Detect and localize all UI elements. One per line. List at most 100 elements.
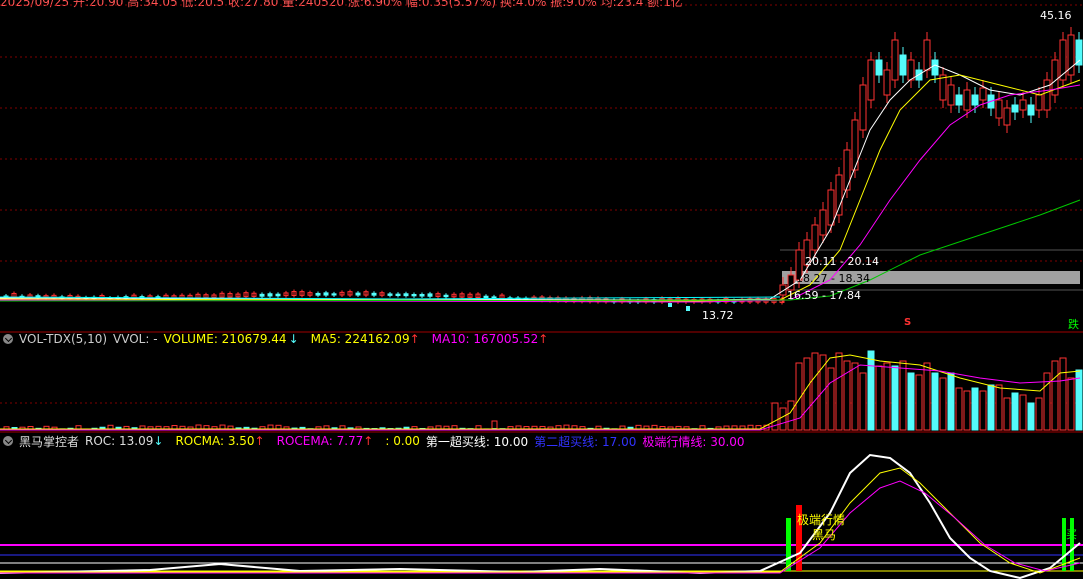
volume-bar [1075,369,1083,431]
volume-bar [1067,377,1075,431]
candle [867,59,875,101]
stock-chart-window: 2025/09/25 开:20.90 高:34.05 低:20.5 收:27.8… [0,0,1083,579]
price-panel[interactable]: 45.16 13.72 20.11 - 20.14 18.27 - 18.34 … [0,0,1083,333]
candle [1035,94,1043,111]
indicator-panel[interactable]: 黑马掌控者 ROC: 13.09↓ ROCMA: 3.50↑ ROCEMA: 7… [0,433,1083,579]
candle [939,74,947,101]
candle [819,209,827,236]
candle [668,303,672,307]
candle [686,306,690,311]
buy-line-2-value: 第二超买线: 17.00 [534,434,637,449]
volume-bar [915,374,923,431]
candle [1011,104,1019,113]
candle [411,293,417,297]
volume-bar [931,372,939,431]
volume-bar [1059,357,1067,431]
candle [947,84,955,106]
candle [427,293,433,297]
candle [843,149,851,191]
volume-bar [963,390,971,431]
volume-header: VOL-TDX(5,10) VVOL: - VOLUME: 210679.44 ↓… [0,333,560,347]
candle [371,292,377,296]
volume-bar [979,390,987,431]
ma5-value: MA5: 224162.09↑ [310,333,420,346]
candle [1043,79,1051,111]
candle [395,293,401,297]
volume-panel[interactable]: VOL-TDX(5,10) VVOL: - VOLUME: 210679.44 ↓… [0,333,1083,433]
indicator-chart[interactable] [0,433,1083,579]
candle [315,292,321,296]
volume-value: VOLUME: 210679.44 ↓ [163,333,299,346]
volume-bar [939,377,947,431]
ma10-value: MA10: 167005.52↑ [431,333,549,346]
level-label-1: 20.11 - 20.14 [805,255,879,268]
volume-bar [1003,397,1011,431]
volume-bar [867,350,875,431]
candle [323,292,329,296]
volume-bar [947,372,955,431]
candle [419,293,425,297]
indicator-title: 黑马掌控者 [19,434,80,449]
volume-bar [891,365,899,431]
volume-bar [811,352,819,431]
candle [891,39,899,81]
low-price-label: 13.72 [702,309,734,322]
candle [955,94,963,106]
vvol-label: VVOL: - [113,333,158,346]
rocma-value: ROCMA: 3.50↑ [175,434,265,448]
candle [875,59,883,76]
candle [883,69,891,96]
volume-bar [779,407,787,431]
volume-bar [1027,402,1035,431]
volume-bar [803,357,811,431]
zero-line-value: : 0.00 [385,434,420,448]
candle [963,89,971,111]
candle [811,224,819,251]
candle [267,293,273,297]
volume-bar [987,384,995,431]
ma-line-yellow [0,74,1081,302]
candle [787,274,795,291]
volume-chart[interactable] [0,333,1083,433]
ma-line-white [0,59,1081,301]
candle [1019,99,1027,111]
volume-bar [955,387,963,431]
candle [899,54,907,76]
high-price-label: 45.16 [1040,9,1072,22]
volume-bar [1019,394,1027,431]
candle [1027,104,1035,116]
vol-title: VOL-TDX(5,10) [19,333,108,346]
candle [275,293,281,297]
candle [907,59,915,81]
buy-tag-right: 买 [1066,528,1077,541]
volume-bar [907,372,915,431]
rocema-line [0,480,1081,574]
candle [355,292,361,296]
candle [491,296,497,299]
volume-bar [1051,360,1059,431]
candle [483,295,489,299]
volume-bar [851,362,859,431]
settings-icon[interactable] [3,436,13,446]
rocema-value: ROCEMA: 7.77↑ [276,434,374,448]
candle [995,99,1003,119]
volume-bar [827,367,835,431]
roc-line [0,453,1081,579]
volume-bar [995,384,1003,431]
candle [859,84,867,131]
price-chart[interactable] [0,0,1083,333]
extreme-line-value: 极端行情线: 30.00 [642,434,745,449]
candle [1003,107,1011,126]
volume-bar [883,362,891,431]
candle [835,174,843,216]
volume-bar [899,360,907,431]
volume-bar [875,365,883,431]
volume-bar [1011,392,1019,431]
settings-icon[interactable] [3,334,13,344]
sell-marker: S [904,317,912,328]
volume-bar [859,372,867,431]
candle [923,39,931,71]
roc-value: ROC: 13.09↓ [85,434,164,448]
candle [443,294,449,298]
candle [827,189,835,226]
